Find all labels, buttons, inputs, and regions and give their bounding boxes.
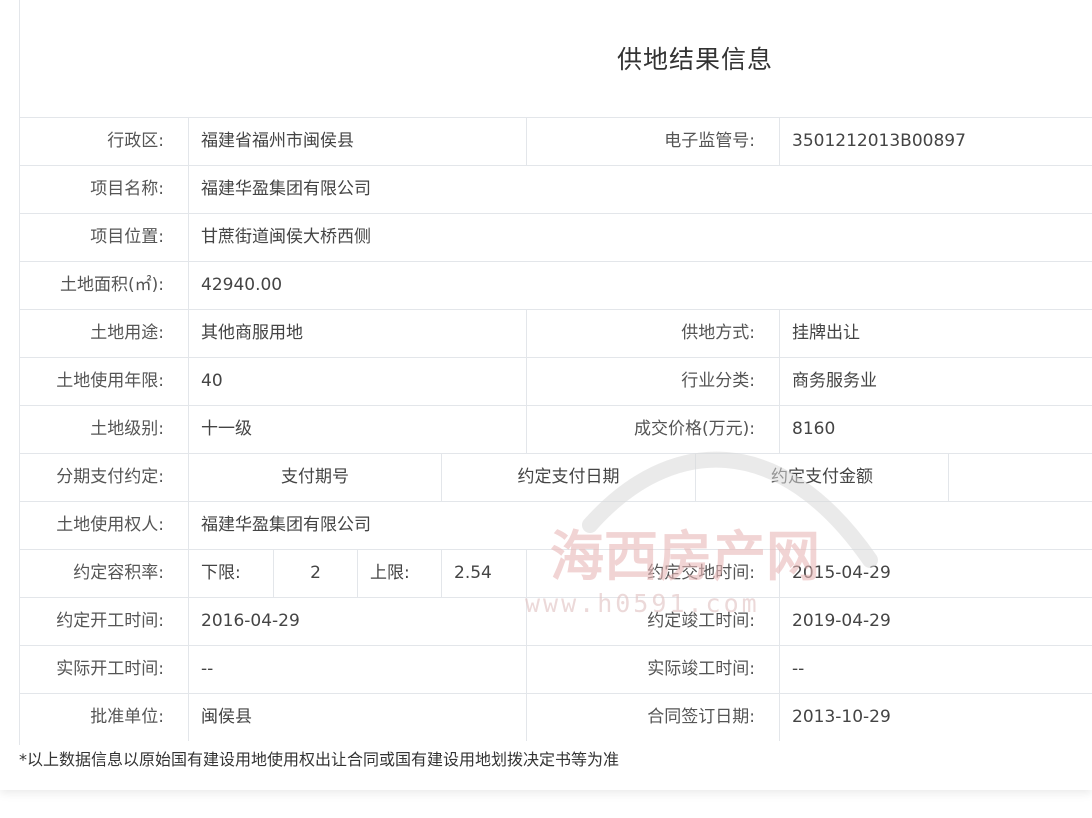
table-row: 土地面积(㎡): 42940.00 [20,262,1092,310]
project-name-label: 项目名称: [90,179,164,199]
table-row: 实际开工时间: -- 实际竣工时间: -- [20,646,1092,694]
project-location-value: 甘蔗街道闽侯大桥西侧 [188,214,1092,261]
deal-price-value: 8160 [779,406,1092,453]
actual-start-value: -- [188,646,526,693]
approval-unit-label: 批准单位: [90,707,164,727]
planned-finish-label: 约定竣工时间: [526,598,779,645]
table-row: 土地使用年限: 40 行业分类: 商务服务业 [20,358,1092,406]
admin-region-label: 行政区: [107,131,164,151]
supply-method-label: 供地方式: [526,310,779,357]
land-user-label: 土地使用权人: [56,515,164,535]
far-upper-value: 2.54 [441,550,526,597]
planned-start-label: 约定开工时间: [56,611,164,631]
actual-finish-value: -- [779,646,1092,693]
data-source-footnote: *以上数据信息以原始国有建设用地使用权出让合同或国有建设用地划拨决定书等为准 [19,750,620,769]
land-use-label: 土地用途: [90,323,164,343]
use-years-label: 土地使用年限: [56,371,164,391]
approval-unit-value: 闽侯县 [188,694,526,741]
contract-date-label: 合同签订日期: [526,694,779,741]
industry-value: 商务服务业 [779,358,1092,405]
project-location-label: 项目位置: [90,227,164,247]
delivery-time-label: 约定交地时间: [526,550,779,597]
supervision-no-value: 3501212013B00897 [779,118,1092,165]
table-row: 项目位置: 甘蔗街道闽侯大桥西侧 [20,214,1092,262]
land-grade-value: 十一级 [188,406,526,453]
table-row: 土地级别: 十一级 成交价格(万元): 8160 [20,406,1092,454]
far-upper-label: 上限: [357,550,441,597]
table-row: 约定开工时间: 2016-04-29 约定竣工时间: 2019-04-29 [20,598,1092,646]
delivery-time-value: 2015-04-29 [779,550,1092,597]
planned-finish-value: 2019-04-29 [779,598,1092,645]
info-table: 供地结果信息 行政区: 福建省福州市闽侯县 电子监管号: 3501212013B… [19,0,1092,745]
table-row: 土地用途: 其他商服用地 供地方式: 挂牌出让 [20,310,1092,358]
actual-finish-label: 实际竣工时间: [526,646,779,693]
deal-price-label: 成交价格(万元): [526,406,779,453]
land-area-value: 42940.00 [188,262,1092,309]
land-grade-label: 土地级别: [90,419,164,439]
installment-label: 分期支付约定: [56,467,164,487]
payment-date-header: 约定支付日期 [441,454,695,501]
contract-date-value: 2013-10-29 [779,694,1092,741]
table-row: 约定容积率: 下限: 2 上限: 2.54 约定交地时间: 2015-04-29 [20,550,1092,598]
title-band: 供地结果信息 [20,0,1092,118]
use-years-value: 40 [188,358,526,405]
actual-start-label: 实际开工时间: [56,659,164,679]
admin-region-value: 福建省福州市闽侯县 [188,118,526,165]
land-user-value: 福建华盈集团有限公司 [188,502,1092,549]
table-row: 批准单位: 闽侯县 合同签订日期: 2013-10-29 [20,694,1092,745]
industry-label: 行业分类: [526,358,779,405]
far-lower-value: 2 [273,550,357,597]
payment-amount-header: 约定支付金额 [695,454,948,501]
table-row: 行政区: 福建省福州市闽侯县 电子监管号: 3501212013B00897 [20,118,1092,166]
planned-start-value: 2016-04-29 [188,598,526,645]
land-supply-result-card: 供地结果信息 行政区: 福建省福州市闽侯县 电子监管号: 3501212013B… [0,0,1092,790]
installment-empty-cell [948,454,1092,501]
far-lower-label: 下限: [188,550,273,597]
land-use-value: 其他商服用地 [188,310,526,357]
page-title: 供地结果信息 [616,45,773,74]
far-label: 约定容积率: [73,563,164,583]
land-area-label: 土地面积(㎡): [60,275,164,295]
table-row: 土地使用权人: 福建华盈集团有限公司 [20,502,1092,550]
table-row: 分期支付约定: 支付期号 约定支付日期 约定支付金额 [20,454,1092,502]
table-row: 项目名称: 福建华盈集团有限公司 [20,166,1092,214]
supervision-no-label: 电子监管号: [526,118,779,165]
supply-method-value: 挂牌出让 [779,310,1092,357]
payment-period-header: 支付期号 [188,454,441,501]
project-name-value: 福建华盈集团有限公司 [188,166,1092,213]
